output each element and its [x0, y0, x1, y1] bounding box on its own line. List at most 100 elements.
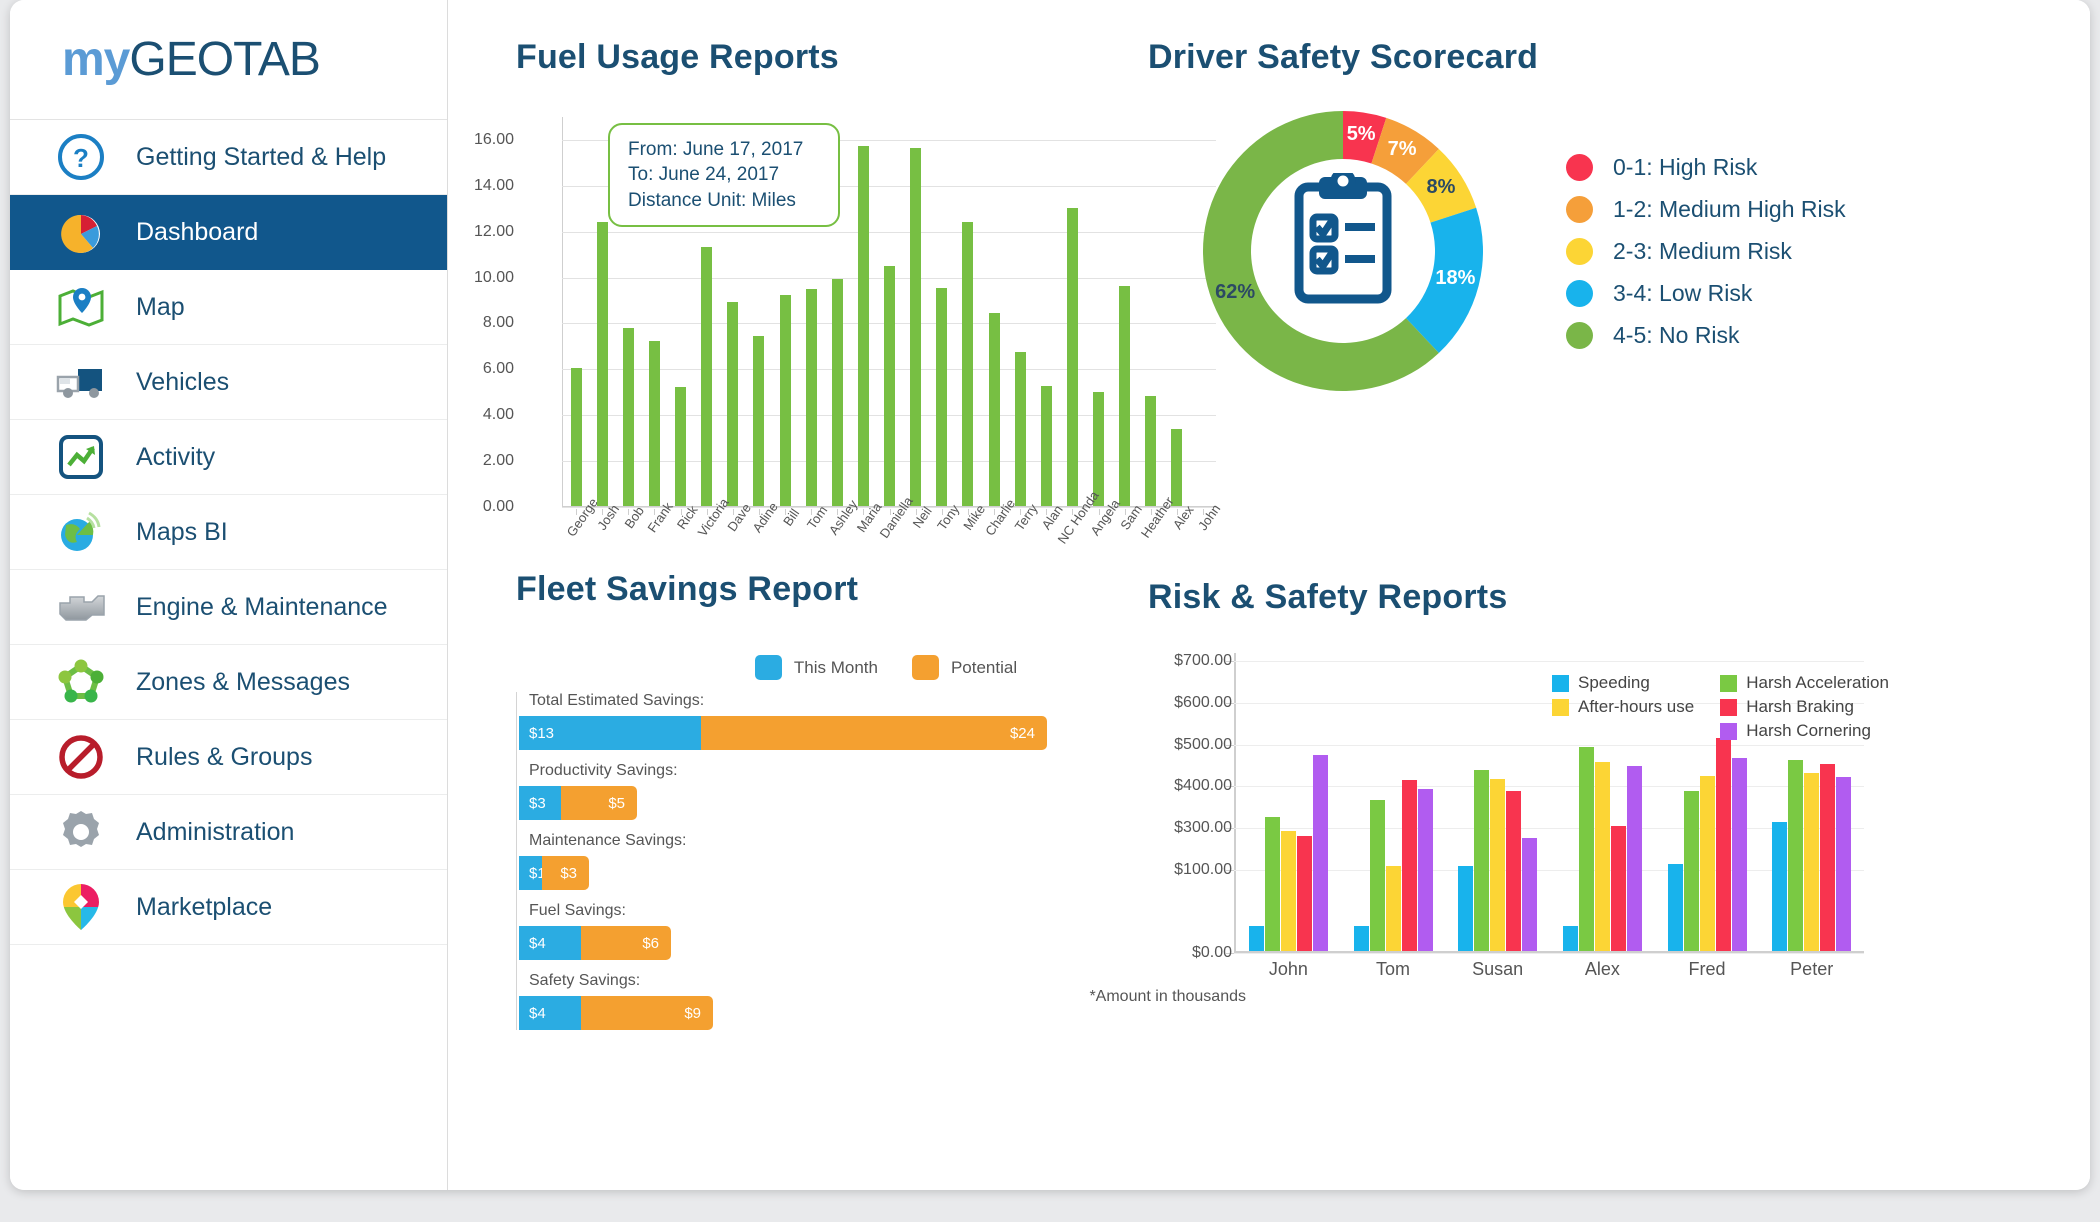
fuel-bar — [903, 117, 929, 506]
brand-logo[interactable]: myGEOTAB — [10, 0, 447, 120]
sidebar-item-dashboard[interactable]: Dashboard — [10, 195, 447, 270]
risk-bar[interactable] — [1731, 758, 1747, 951]
risk-bar[interactable] — [1578, 746, 1594, 951]
fleet-savings-potential-segment[interactable]: $6 — [581, 926, 671, 960]
legend-item[interactable]: 0-1: High Risk — [1566, 146, 1846, 188]
risk-bar[interactable] — [1458, 865, 1474, 951]
risk-bar[interactable] — [1715, 737, 1731, 951]
risk-bar-group — [1445, 653, 1550, 951]
sidebar-item-administration[interactable]: Administration — [10, 795, 447, 870]
legend-color-swatch — [754, 655, 782, 680]
risk-bar[interactable] — [1667, 864, 1683, 951]
legend-item[interactable]: This Month — [754, 655, 878, 680]
pie-chart-icon — [50, 206, 112, 258]
risk-x-tick-label: Alex — [1584, 959, 1620, 979]
legend-color-dot — [1566, 321, 1593, 349]
fuel-usage-chart: 0.00 2.00 4.00 6.00 8.00 10.00 12.00 14.00 16.00… — [474, 117, 1223, 546]
sidebar-item-getting-started[interactable]: ? Getting Started & Help — [10, 120, 447, 195]
risk-bar[interactable] — [1369, 799, 1385, 951]
sidebar-item-label: Map — [136, 292, 185, 321]
risk-bar[interactable] — [1804, 772, 1820, 951]
fuel-bar — [1059, 117, 1085, 506]
fleet-savings-bar: $13 $24 — [519, 716, 1256, 750]
fleet-savings-this-month-segment[interactable]: $4 — [519, 996, 581, 1030]
risk-bar[interactable] — [1820, 763, 1836, 951]
risk-bar[interactable] — [1264, 816, 1280, 951]
risk-y-tick-label: $300.00 — [1174, 819, 1232, 836]
risk-bar[interactable] — [1506, 791, 1522, 951]
clipboard-checklist-icon — [1289, 168, 1397, 307]
legend-item[interactable]: Speeding — [1552, 673, 1694, 693]
legend-item[interactable]: Harsh Cornering — [1720, 721, 1889, 741]
legend-spacer — [1552, 721, 1694, 741]
sidebar-item-label: Maps BI — [136, 517, 228, 546]
risk-bar[interactable] — [1353, 926, 1369, 951]
sidebar-item-maps-bi[interactable]: Maps BI — [10, 495, 447, 570]
legend-item[interactable]: 3-4: Low Risk — [1566, 272, 1846, 314]
risk-bar[interactable] — [1296, 836, 1312, 951]
risk-bar[interactable] — [1699, 776, 1715, 951]
fleet-savings-this-month-segment[interactable]: $4 — [519, 926, 581, 960]
sidebar-item-label: Dashboard — [136, 217, 259, 246]
fuel-x-tick: Ashley — [824, 497, 861, 538]
risk-bar[interactable] — [1385, 865, 1401, 951]
risk-bar[interactable] — [1610, 826, 1626, 951]
sidebar-item-marketplace[interactable]: Marketplace — [10, 870, 447, 945]
risk-bar[interactable] — [1626, 766, 1642, 951]
info-unit: Distance Unit: Miles — [628, 189, 796, 211]
risk-bar[interactable] — [1474, 769, 1490, 951]
main-content: Fuel Usage Reports 0.00 2.00 4.00 6.00 8.00 1… — [448, 0, 2090, 1190]
driver-safety-donut-chart: 5% 7% 8% 18% 62% — [1148, 101, 1538, 401]
sidebar-item-map[interactable]: Map — [10, 270, 447, 345]
legend-item[interactable]: 2-3: Medium Risk — [1566, 230, 1846, 272]
fuel-x-tick: Heather — [1138, 494, 1177, 540]
risk-bar[interactable] — [1417, 788, 1433, 951]
fuel-bar — [1033, 117, 1059, 506]
fleet-savings-row: Fuel Savings: $4 $6 — [519, 902, 1256, 960]
fleet-savings-row-label: Total Estimated Savings: — [529, 692, 705, 709]
legend-color-swatch — [1720, 674, 1738, 692]
legend-item[interactable]: 4-5: No Risk — [1566, 314, 1846, 356]
risk-bar[interactable] — [1312, 755, 1328, 951]
risk-bar[interactable] — [1248, 926, 1264, 951]
risk-x-tick-label: Tom — [1376, 959, 1411, 979]
risk-x-tick-label: Fred — [1688, 959, 1726, 979]
donut-slice-label: 8% — [1426, 175, 1456, 198]
fleet-savings-potential-segment[interactable]: $5 — [561, 786, 637, 820]
fleet-savings-legend: This Month Potential — [516, 655, 1256, 680]
risk-bar[interactable] — [1836, 776, 1852, 951]
fleet-savings-this-month-segment[interactable]: $3 — [519, 786, 561, 820]
donut-slice-label: 18% — [1435, 266, 1476, 289]
legend-color-swatch — [911, 655, 939, 680]
sidebar-item-vehicles[interactable]: Vehicles — [10, 345, 447, 420]
legend-item[interactable]: Potential — [911, 655, 1017, 680]
risk-bar[interactable] — [1490, 779, 1506, 951]
sidebar-item-zones-messages[interactable]: Zones & Messages — [10, 645, 447, 720]
fuel-x-tick: Josh — [589, 502, 622, 533]
risk-bar[interactable] — [1594, 762, 1610, 951]
risk-bar[interactable] — [1683, 791, 1699, 951]
legend-item[interactable]: Harsh Braking — [1720, 697, 1889, 717]
fuel-x-tick: Victoria — [694, 495, 731, 539]
legend-item[interactable]: Harsh Acceleration — [1720, 673, 1889, 693]
driver-safety-legend: 0-1: High Risk 1-2: Medium High Risk 2-3: … — [1566, 146, 1846, 356]
fleet-savings-potential-segment[interactable]: $3 — [542, 856, 589, 890]
risk-bar[interactable] — [1280, 831, 1296, 951]
risk-bar[interactable] — [1772, 821, 1788, 951]
fleet-savings-potential-segment[interactable]: $9 — [581, 996, 713, 1030]
legend-item[interactable]: 1-2: Medium High Risk — [1566, 188, 1846, 230]
legend-item[interactable]: After-hours use — [1552, 697, 1694, 717]
risk-bar[interactable] — [1522, 837, 1538, 951]
risk-bar[interactable] — [1401, 780, 1417, 951]
sidebar-item-rules-groups[interactable]: Rules & Groups — [10, 720, 447, 795]
risk-bar[interactable] — [1562, 926, 1578, 951]
fleet-savings-this-month-segment[interactable]: $13 — [519, 716, 701, 750]
info-from: From: June 17, 2017 — [628, 139, 804, 160]
risk-bar[interactable] — [1788, 760, 1804, 951]
fleet-savings-potential-segment[interactable]: $24 — [701, 716, 1047, 750]
page-title-fleet: Fleet Savings Report — [516, 570, 859, 608]
fleet-savings-this-month-segment[interactable]: $1 — [519, 856, 546, 890]
fuel-x-tick: Frank — [641, 499, 676, 535]
sidebar-item-activity[interactable]: Activity — [10, 420, 447, 495]
sidebar-item-engine-maintenance[interactable]: Engine & Maintenance — [10, 570, 447, 645]
